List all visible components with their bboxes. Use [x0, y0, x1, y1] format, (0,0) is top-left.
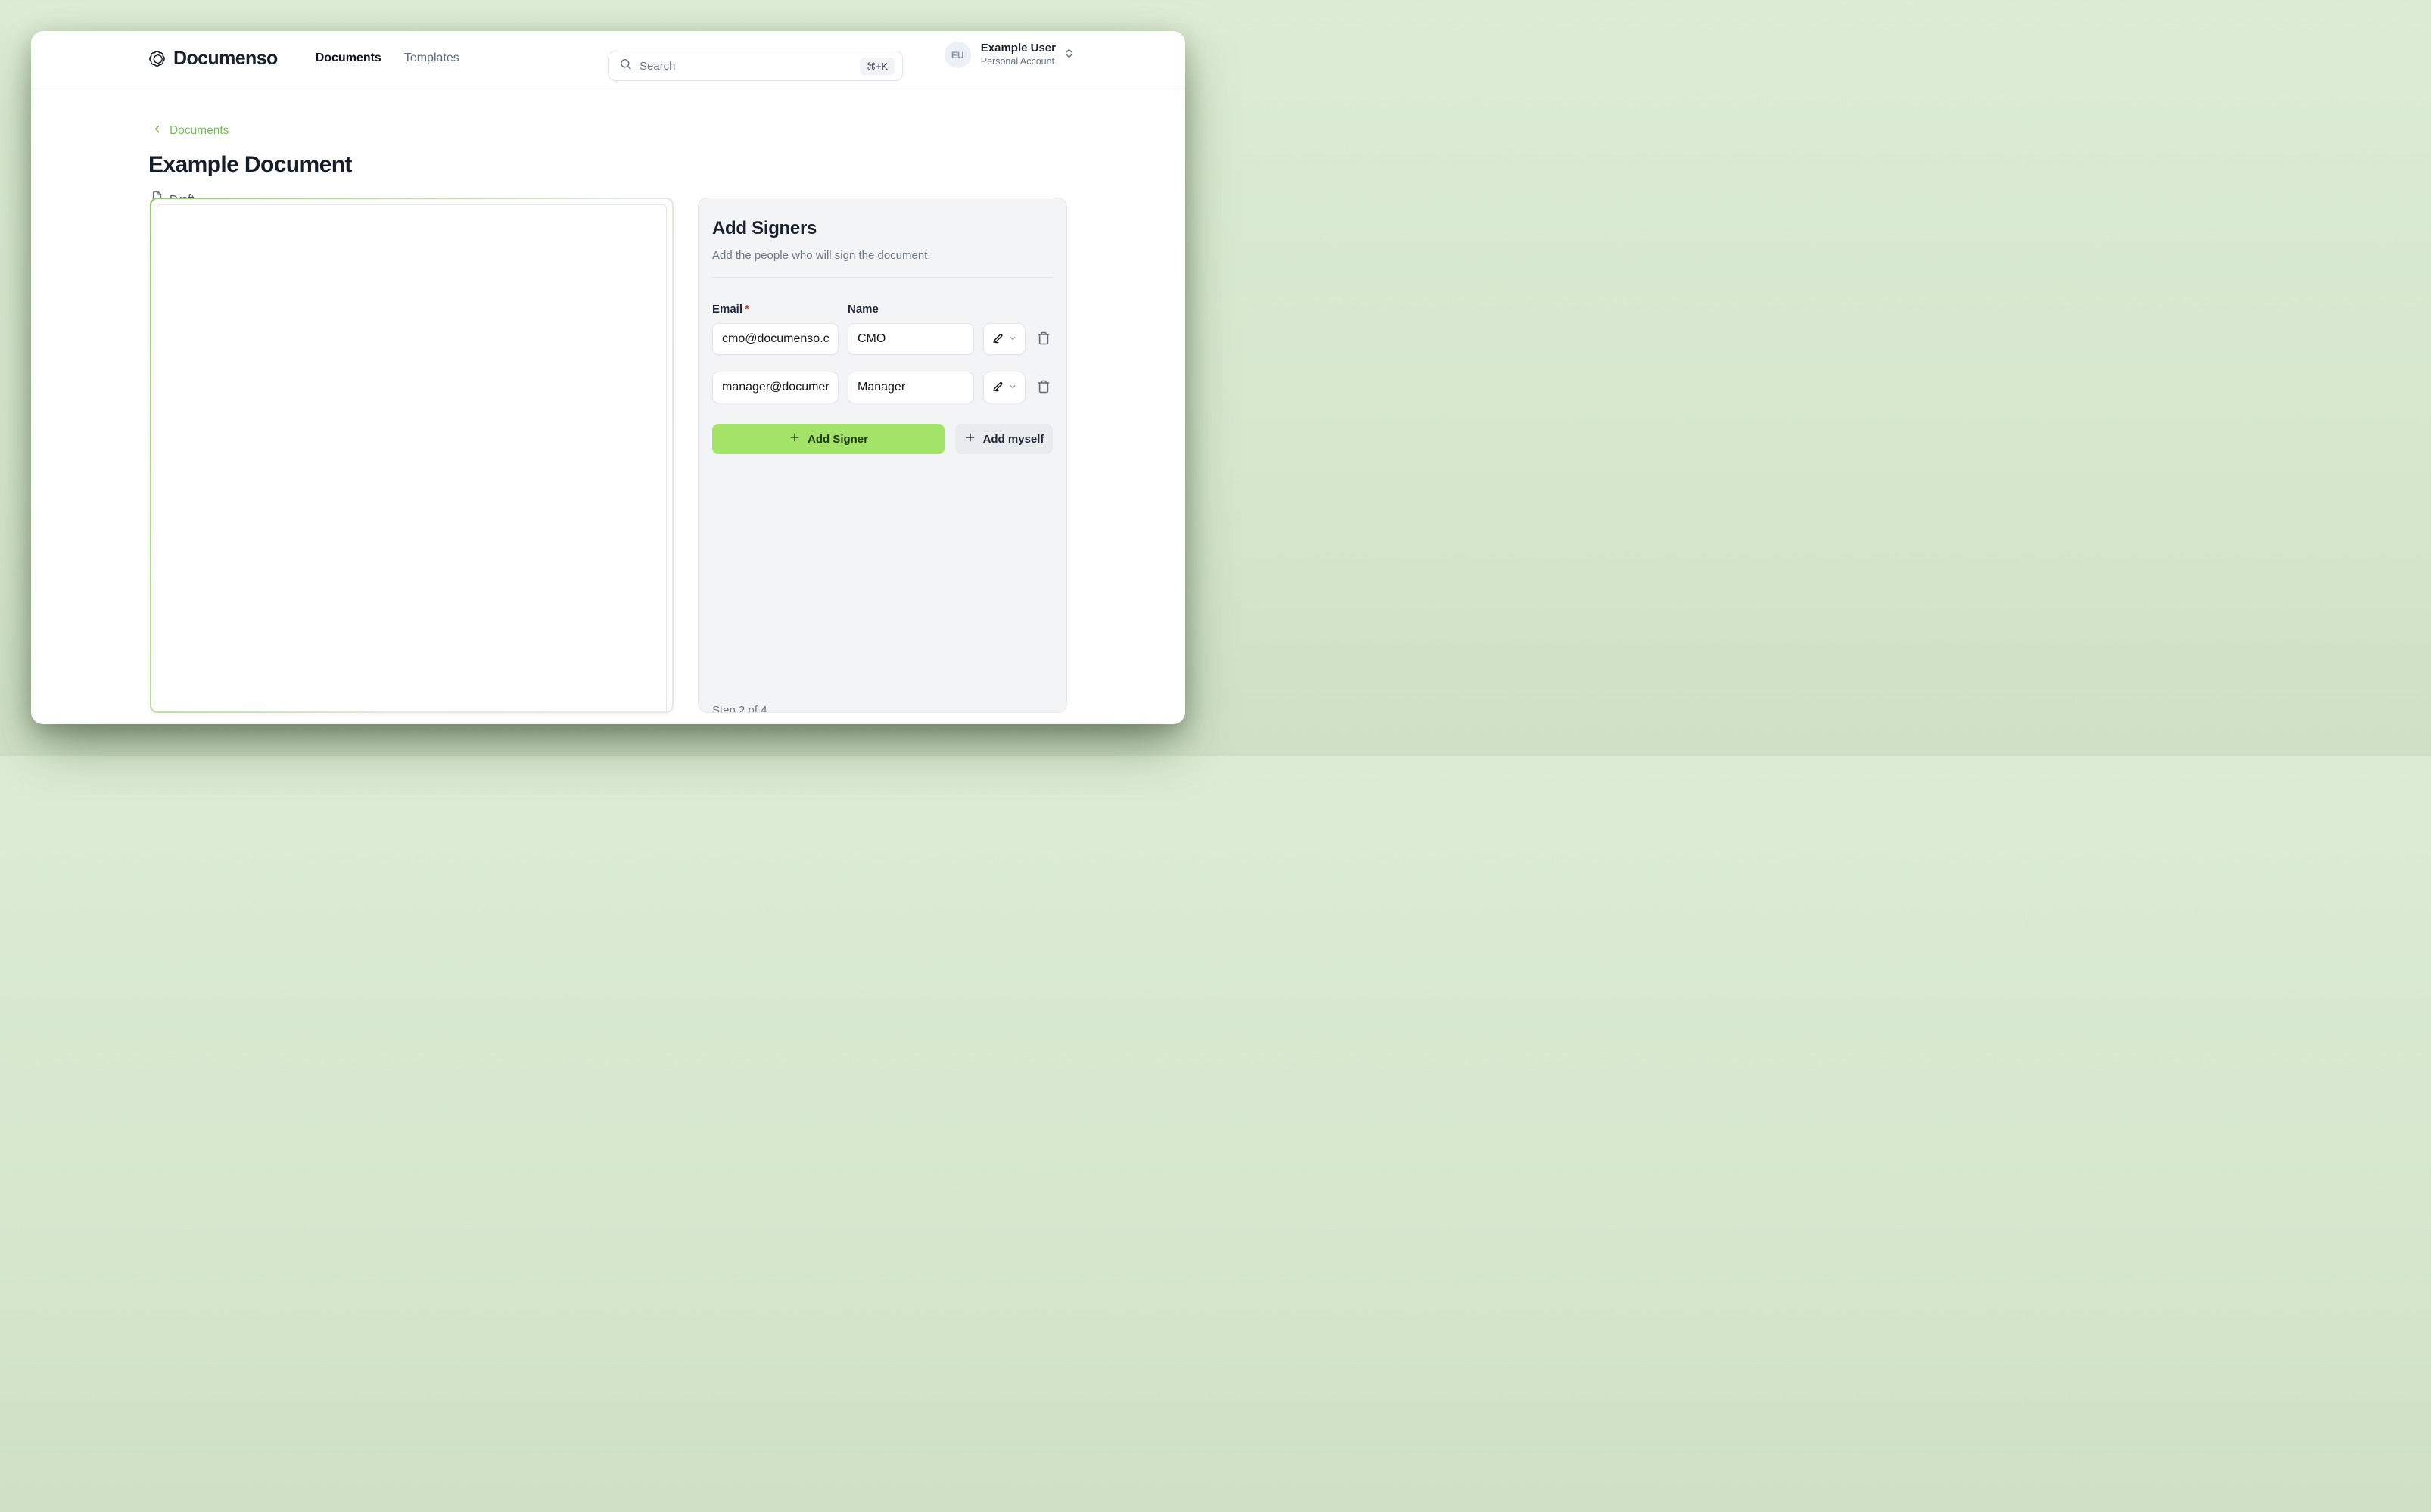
panel-subtitle: Add the people who will sign the documen…	[712, 249, 931, 262]
plus-icon	[964, 431, 976, 446]
document-preview	[150, 198, 674, 713]
page-title: Example Document	[148, 152, 352, 178]
field-labels-row: Email* Name	[699, 303, 1066, 316]
add-signer-button[interactable]: Add Signer	[712, 424, 945, 454]
remove-signer-button[interactable]	[1035, 372, 1053, 403]
chevron-down-icon	[1008, 382, 1017, 394]
email-label: Email*	[712, 303, 839, 316]
step-indicator: Step 2 of 4	[712, 704, 767, 713]
chevron-down-icon	[1008, 334, 1017, 345]
chevron-left-icon	[151, 123, 163, 138]
required-asterisk: *	[745, 303, 749, 316]
user-account-type: Personal Account	[981, 56, 1056, 68]
breadcrumb[interactable]: Documents	[151, 123, 229, 138]
add-signers-panel: Add Signers Add the people who will sign…	[698, 198, 1067, 713]
brand-logo[interactable]: Documenso	[148, 48, 278, 70]
trash-icon	[1036, 331, 1051, 348]
nav-documents[interactable]: Documents	[316, 51, 381, 65]
brand-name: Documenso	[173, 48, 278, 70]
app-window: Documenso Documents Templates ⌘+K EU Exa…	[31, 31, 1185, 724]
panel-title: Add Signers	[712, 218, 817, 239]
name-label: Name	[848, 303, 974, 316]
plus-icon	[789, 431, 801, 446]
avatar: EU	[945, 42, 971, 68]
signer-name-field[interactable]	[848, 372, 974, 403]
signer-role-dropdown[interactable]	[983, 323, 1026, 355]
breadcrumb-label[interactable]: Documents	[170, 124, 229, 138]
signer-row	[699, 323, 1066, 355]
search-shortcut-badge: ⌘+K	[860, 58, 895, 75]
documenso-seal-icon	[148, 50, 166, 67]
user-menu[interactable]: EU Example User Personal Account	[945, 42, 1075, 68]
user-name: Example User	[981, 42, 1056, 56]
divider	[712, 277, 1053, 278]
search-icon	[619, 58, 632, 74]
nav-templates[interactable]: Templates	[404, 51, 459, 65]
signer-row	[699, 372, 1066, 403]
trash-icon	[1036, 379, 1051, 397]
search-input[interactable]	[640, 60, 860, 73]
signer-name-field[interactable]	[848, 323, 974, 355]
pen-icon	[992, 380, 1005, 395]
main-nav: Documents Templates	[316, 51, 459, 65]
search-bar[interactable]: ⌘+K	[608, 51, 903, 81]
chevrons-up-down-icon	[1063, 48, 1075, 63]
signer-actions-row: Add Signer Add myself	[699, 424, 1066, 454]
add-myself-button[interactable]: Add myself	[955, 424, 1053, 454]
remove-signer-button[interactable]	[1035, 323, 1053, 355]
document-page	[157, 204, 667, 711]
signer-email-field[interactable]	[712, 372, 839, 403]
app-header: Documenso Documents Templates ⌘+K EU Exa…	[31, 31, 1185, 86]
signer-email-field[interactable]	[712, 323, 839, 355]
signer-role-dropdown[interactable]	[983, 372, 1026, 403]
pen-icon	[992, 331, 1005, 347]
